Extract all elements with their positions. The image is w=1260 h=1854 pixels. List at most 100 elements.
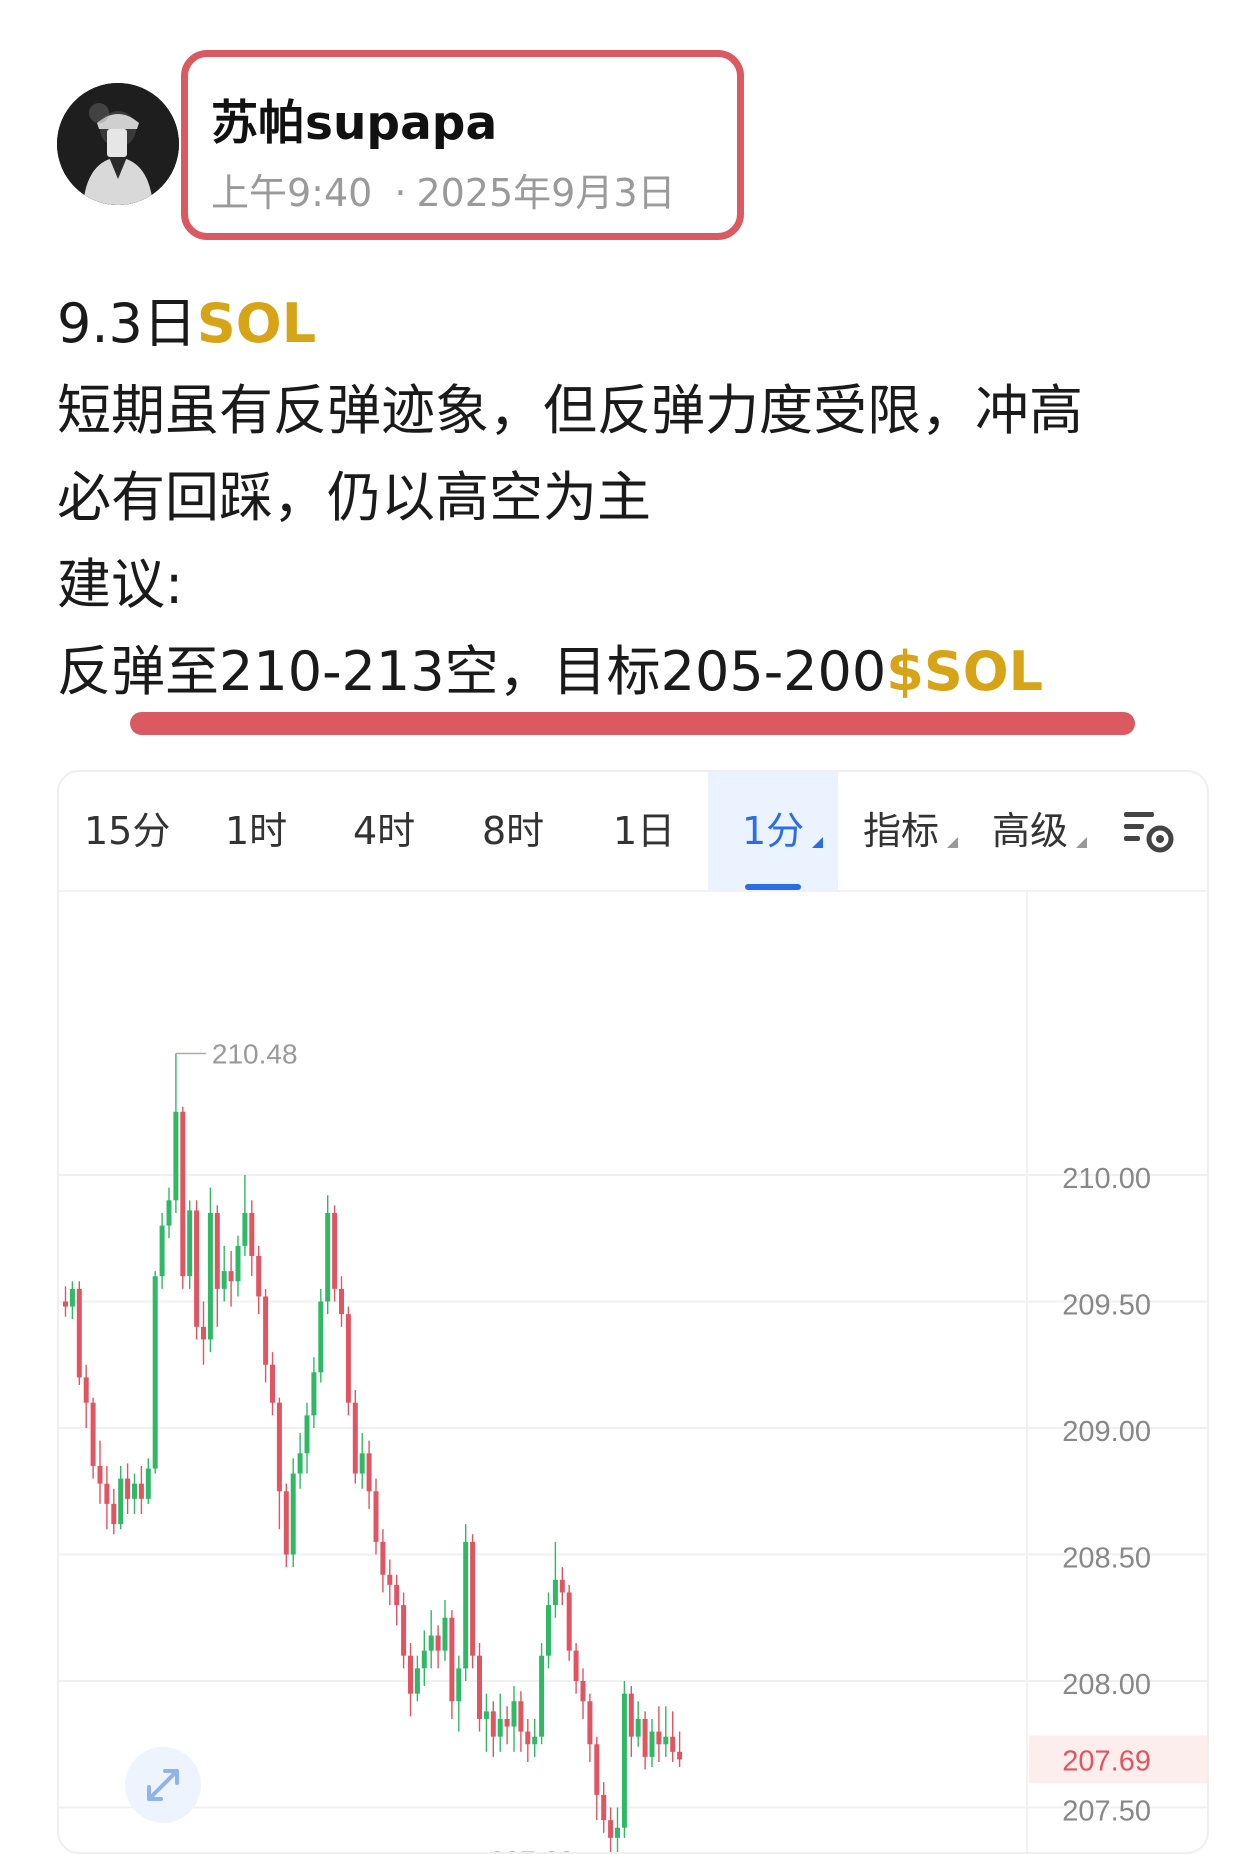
candle-body	[249, 1212, 255, 1256]
candle-body	[525, 1731, 531, 1745]
candle-body	[97, 1465, 103, 1484]
candle-body	[401, 1605, 407, 1656]
candle-body	[566, 1592, 572, 1651]
candle-body	[76, 1288, 82, 1378]
candle-body	[173, 1111, 179, 1201]
candle-body	[207, 1212, 213, 1340]
expand-icon[interactable]	[125, 1747, 201, 1823]
low-marker-label: 207.29	[489, 1846, 575, 1852]
candle-body	[628, 1693, 634, 1737]
candle-body	[414, 1668, 420, 1694]
candle-body	[270, 1364, 275, 1403]
tab-4h[interactable]: 4时	[353, 772, 415, 890]
candle-body	[615, 1827, 620, 1838]
candle-body	[580, 1681, 586, 1702]
dropdown-caret-icon	[1076, 837, 1088, 848]
y-tick-label: 209.00	[1062, 1416, 1151, 1448]
candle-body	[221, 1271, 227, 1289]
candle-body	[428, 1635, 434, 1651]
candle-body	[511, 1701, 517, 1727]
post-content: 9.3日SOL 短期虽有反弹迹象，但反弹力度受限，冲高 必有回踩，仍以高空为主 …	[57, 280, 1207, 715]
expand-arrows-icon	[147, 1769, 179, 1801]
candle-body	[677, 1751, 683, 1760]
candle-body	[256, 1255, 262, 1297]
candle-body	[111, 1503, 117, 1525]
tab-indicators[interactable]: 指标	[863, 772, 959, 890]
candle-body	[104, 1483, 110, 1504]
candle-body	[138, 1483, 144, 1499]
candlestick-chart[interactable]: 210.48 207.29 207.69 210.00 209.50 209.00 208…	[59, 892, 1207, 1852]
candle-body	[152, 1276, 158, 1469]
tab-8h[interactable]: 8时	[482, 772, 544, 890]
candle-body	[649, 1731, 655, 1757]
post-line-target: 反弹至210-213空，目标205-200$SOL	[57, 640, 1044, 703]
candle-body	[387, 1574, 393, 1585]
y-tick-label: 209.50	[1062, 1290, 1151, 1322]
tab-1h[interactable]: 1时	[225, 772, 287, 890]
candle-body	[594, 1744, 600, 1795]
highlight-underline	[130, 712, 1135, 735]
tab-1d[interactable]: 1日	[613, 772, 675, 890]
y-tick-label: 207.50	[1062, 1796, 1151, 1828]
tab-1m[interactable]: 1分	[708, 772, 838, 890]
candle-body	[318, 1301, 324, 1373]
candle-body	[394, 1584, 400, 1606]
candle-body	[373, 1491, 379, 1542]
candle-body	[332, 1212, 338, 1289]
y-tick-label: 208.50	[1062, 1543, 1151, 1575]
candle-body	[573, 1650, 579, 1681]
avatar-photo	[57, 83, 179, 205]
candle-body	[456, 1668, 462, 1702]
candle-body	[366, 1453, 372, 1492]
author-avatar[interactable]	[57, 83, 179, 205]
post-line: 必有回踩，仍以高空为主	[57, 466, 651, 529]
candle-body	[601, 1794, 607, 1821]
dropdown-caret-icon	[812, 837, 824, 848]
cashtag-link[interactable]: $SOL	[886, 640, 1043, 703]
candle-body	[263, 1296, 269, 1365]
post-timestamp: 上午9:40 · 2025年9月3日	[211, 162, 676, 217]
candle-body	[518, 1701, 524, 1732]
candle-body	[132, 1483, 137, 1499]
candle-body	[214, 1212, 220, 1289]
candle-body	[235, 1245, 241, 1282]
candle-body	[559, 1579, 565, 1593]
candle-body	[180, 1111, 186, 1277]
candle-body	[83, 1377, 89, 1403]
candle-body	[608, 1820, 614, 1838]
candle-body	[421, 1650, 427, 1669]
chart-settings-icon[interactable]	[1122, 808, 1178, 856]
ticker-tag[interactable]: SOL	[197, 292, 316, 355]
dropdown-caret-icon	[947, 837, 959, 848]
candle-body	[663, 1736, 669, 1745]
high-marker-label: 210.48	[212, 1039, 298, 1070]
candle-body	[670, 1736, 676, 1752]
candle-body	[408, 1655, 413, 1694]
candle-body	[463, 1541, 469, 1669]
candle-body	[325, 1212, 331, 1302]
candle-body	[352, 1402, 358, 1474]
candle-body	[283, 1491, 289, 1555]
candle-body	[159, 1225, 165, 1277]
tab-15m[interactable]: 15分	[84, 772, 170, 890]
y-tick-label: 210.00	[1062, 1163, 1151, 1195]
author-name[interactable]: 苏帕supapa	[211, 84, 497, 153]
current-price-label: 207.69	[1062, 1745, 1151, 1777]
candle-body	[194, 1210, 200, 1327]
candle-body	[359, 1453, 365, 1474]
candle-body	[477, 1655, 482, 1719]
candle-body	[504, 1718, 510, 1727]
candle-body	[442, 1617, 448, 1651]
candle-body	[642, 1718, 648, 1757]
candle-body	[621, 1693, 627, 1828]
tab-advanced[interactable]: 高级	[992, 772, 1088, 890]
candle-body	[656, 1731, 662, 1745]
candle-body	[145, 1468, 151, 1499]
candle-body	[587, 1701, 593, 1745]
post-line: 建议:	[57, 553, 184, 616]
chart-candles	[63, 1053, 683, 1852]
candle-body	[339, 1288, 344, 1315]
post-time: 上午9:40	[211, 171, 373, 215]
post-line-date: 9.3日SOL	[57, 292, 317, 355]
candle-body	[63, 1301, 68, 1307]
